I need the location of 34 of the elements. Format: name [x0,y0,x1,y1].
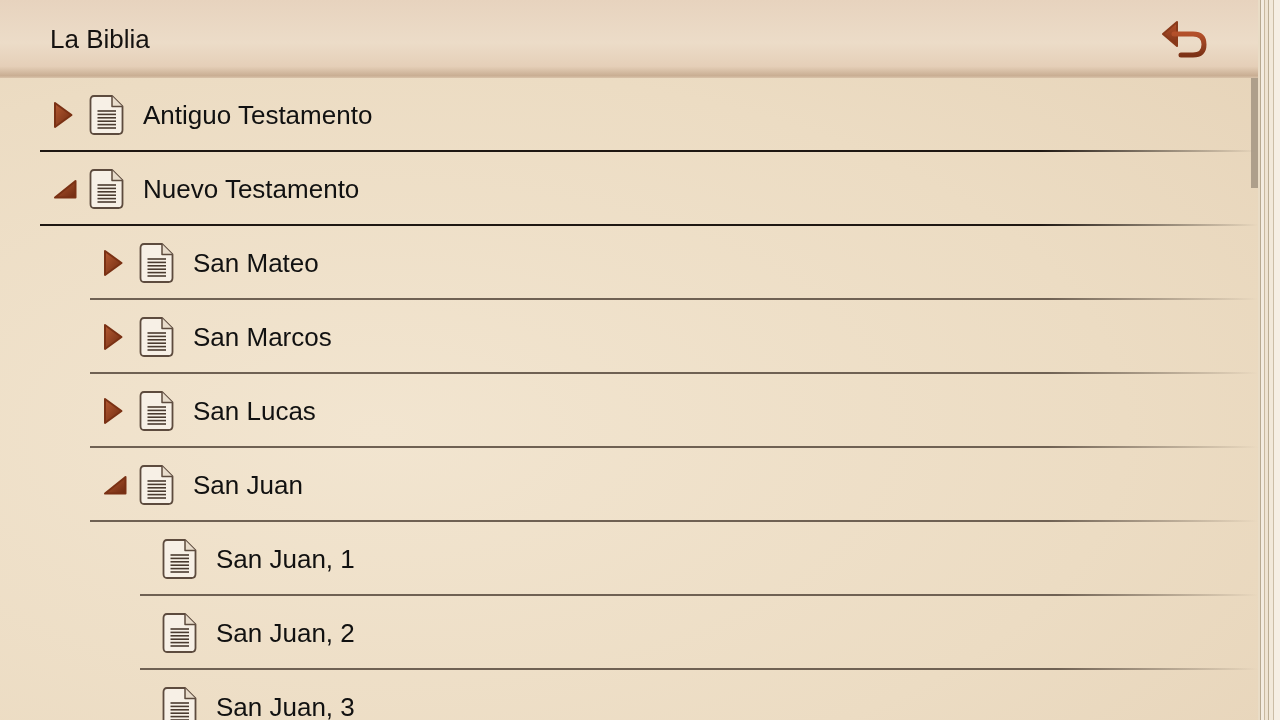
collapse-toggle[interactable] [53,179,77,199]
tree-item-label[interactable]: San Marcos [193,321,332,353]
tree-item-label[interactable]: San Lucas [193,395,316,427]
tree-item-label[interactable]: San Juan [193,469,303,501]
document-icon [89,95,124,135]
document-icon [139,317,174,357]
expand-toggle[interactable] [103,397,123,425]
document-icon [139,243,174,283]
back-button[interactable] [1162,20,1208,58]
document-icon [162,613,197,653]
tree-item-label[interactable]: Nuevo Testamento [143,173,360,205]
expanded-triangle-icon [103,475,127,495]
collapsed-triangle-icon [53,101,73,129]
expand-toggle[interactable] [103,249,123,277]
expand-toggle[interactable] [103,323,123,351]
document-icon [139,465,174,505]
tree-item-label[interactable]: San Juan, 3 [216,691,355,720]
document-icon [162,687,197,720]
app-title: La Biblia [50,24,150,54]
collapsed-triangle-icon [103,397,123,425]
expanded-triangle-icon [53,179,77,199]
tree-item-label[interactable]: San Juan, 2 [216,617,355,649]
collapse-toggle[interactable] [103,475,127,495]
expand-toggle[interactable] [53,101,73,129]
back-arrow-icon [1162,20,1208,58]
document-icon [89,169,124,209]
tree-item-label[interactable]: San Juan, 1 [216,543,355,575]
document-icon [139,391,174,431]
collapsed-triangle-icon [103,323,123,351]
collapsed-triangle-icon [103,249,123,277]
tree-item-label[interactable]: Antiguo Testamento [143,99,373,131]
scrollbar-thumb[interactable] [1251,78,1258,188]
tree-item-label[interactable]: San Mateo [193,247,319,279]
document-icon [162,539,197,579]
